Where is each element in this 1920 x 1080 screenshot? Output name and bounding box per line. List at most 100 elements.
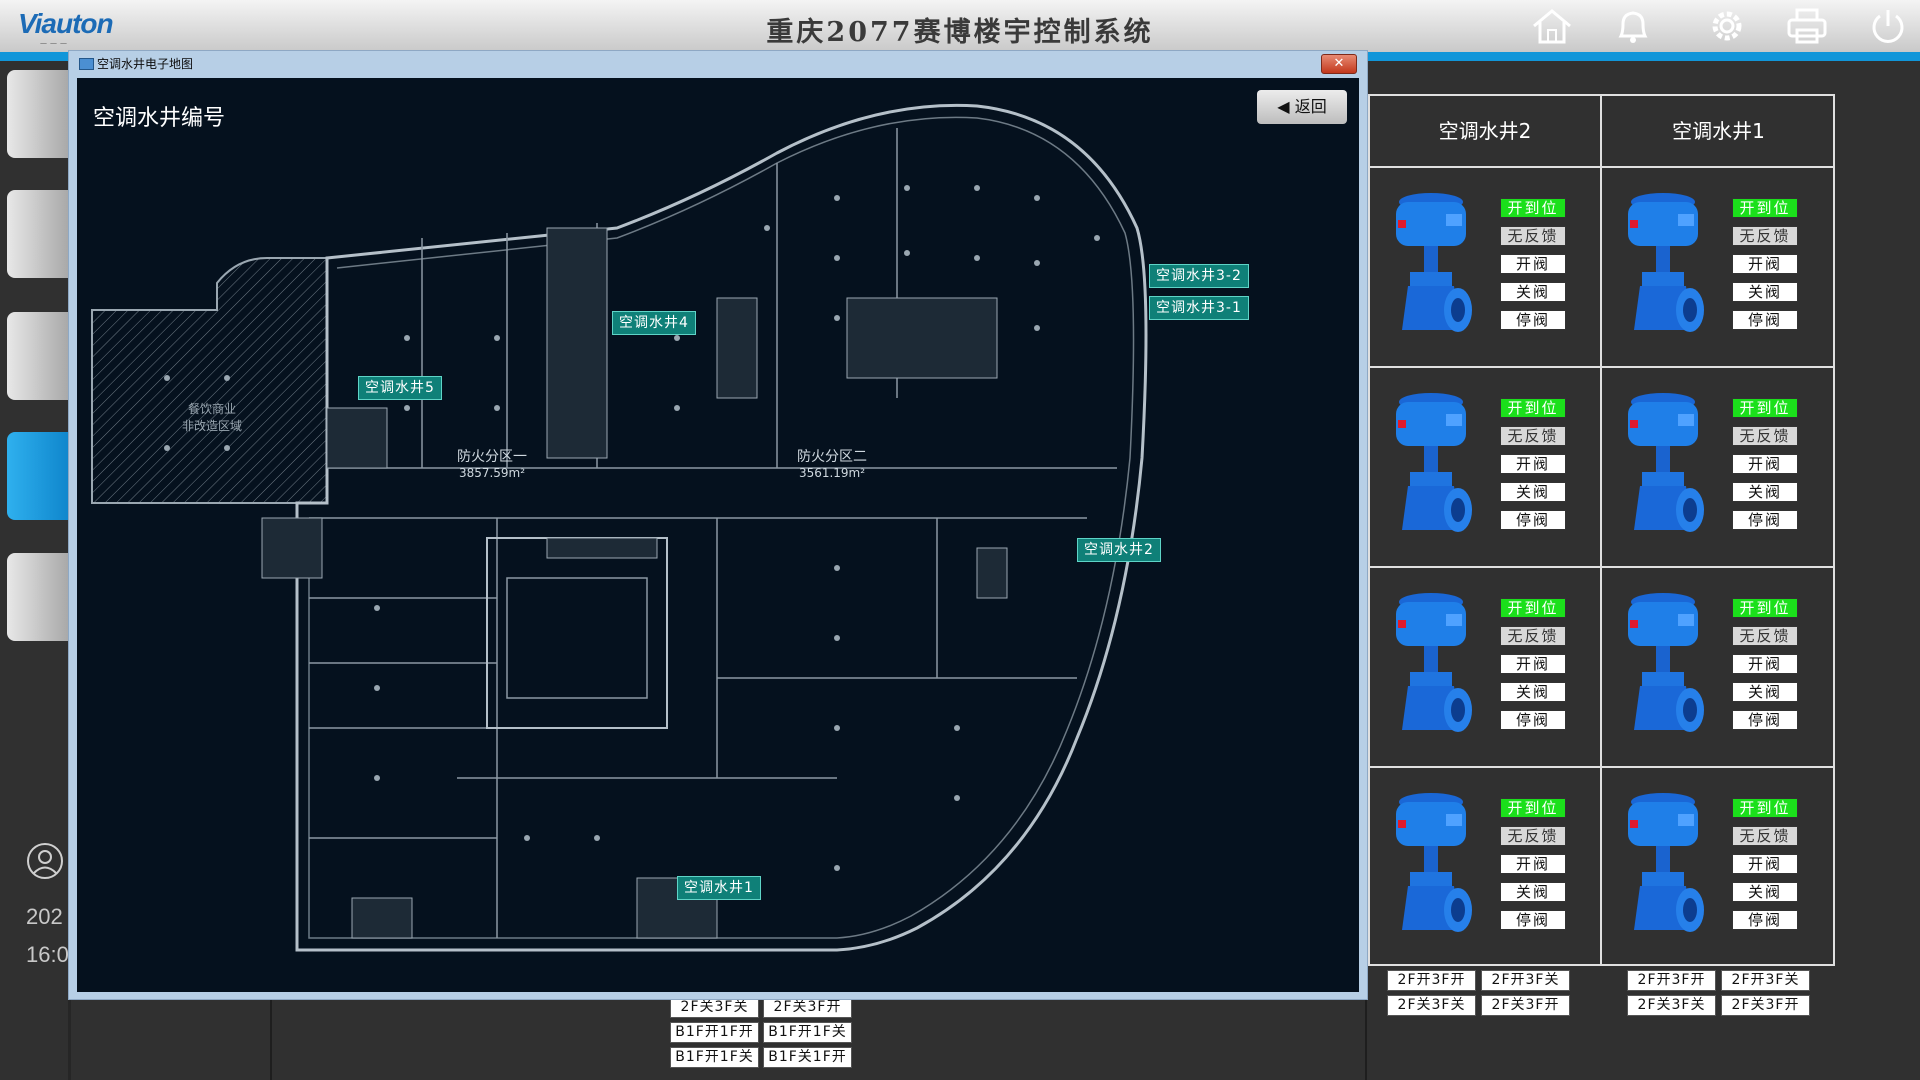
map-title: 空调水井编号 [93,106,226,131]
well-tag-5[interactable]: 空调水井5 [358,376,442,400]
floor-button[interactable]: 2F关3F关 [1627,995,1716,1016]
gear-icon[interactable] [1705,6,1749,46]
back-button[interactable]: ◀ 返回 [1257,90,1347,124]
floor-button[interactable]: B1F开1F关 [763,1022,852,1043]
nav-button-2[interactable] [7,190,69,278]
bottom-divider-right [1365,998,1367,1080]
open-valve-button[interactable]: 开阀 [1500,454,1566,474]
close-button[interactable]: ✕ [1321,54,1357,74]
status-feedback-indicator: 无反馈 [1500,626,1566,646]
back-button-label: 返回 [1294,97,1327,116]
open-valve-button[interactable]: 开阀 [1500,854,1566,874]
stop-valve-button[interactable]: 停阀 [1500,310,1566,330]
floor-button[interactable]: 2F关3F开 [1721,995,1810,1016]
well-tag-4[interactable]: 空调水井4 [612,311,696,335]
status-feedback-indicator: 无反馈 [1732,626,1798,646]
valve-icon [1628,593,1704,732]
close-valve-button[interactable]: 关阀 [1500,482,1566,502]
floor-button[interactable]: 2F关3F关 [1387,995,1476,1016]
floor-button[interactable]: B1F开1F开 [670,1022,759,1043]
well-tag-3-2[interactable]: 空调水井3-2 [1149,264,1249,288]
status-open-indicator: 开到位 [1732,598,1798,618]
status-open-indicator: 开到位 [1500,598,1566,618]
floor-button[interactable]: B1F关1F开 [763,1047,852,1068]
bell-icon[interactable] [1611,6,1655,46]
open-valve-button[interactable]: 开阀 [1732,654,1798,674]
home-icon[interactable] [1530,6,1574,46]
status-feedback-indicator: 无反馈 [1500,426,1566,446]
nav-button-5[interactable] [7,553,69,641]
stop-valve-button[interactable]: 停阀 [1732,910,1798,930]
status-open-indicator: 开到位 [1732,398,1798,418]
close-valve-button[interactable]: 关阀 [1500,882,1566,902]
valve-icon [1628,193,1704,332]
floor-button[interactable]: 2F开3F开 [1387,970,1476,991]
date-text: 202 [26,904,63,929]
open-valve-button[interactable]: 开阀 [1500,254,1566,274]
status-feedback-indicator: 无反馈 [1500,226,1566,246]
floor-plan-map: 空调水井编号 ◀ 返回 防火分区一 3857.59m² 防火分区二 3561.1… [77,78,1359,992]
nav-button-1[interactable] [7,70,69,158]
close-valve-button[interactable]: 关阀 [1732,882,1798,902]
nav-button-3[interactable] [7,312,69,400]
zone-2-name: 防火分区二 [797,449,867,465]
stop-valve-button[interactable]: 停阀 [1500,710,1566,730]
valve-cell: 开到位无反馈开阀关阀停阀 [1370,566,1605,764]
well-tag-3-1[interactable]: 空调水井3-1 [1149,296,1249,320]
zone-1-area: 3857.59m² [458,466,526,480]
user-icon[interactable] [26,842,64,880]
valve-cell: 开到位无反馈开阀关阀停阀 [1602,166,1837,364]
back-arrow-icon: ◀ [1277,97,1295,116]
floor-button[interactable]: 2F关3F开 [763,997,852,1018]
floor-button[interactable]: B1F开1F关 [670,1047,759,1068]
floor-plan-drawing [91,103,1148,952]
stop-valve-button[interactable]: 停阀 [1732,710,1798,730]
floor-button[interactable]: 2F关3F开 [1481,995,1570,1016]
nav-button-4-active[interactable] [7,432,69,520]
valve-cell: 开到位无反馈开阀关阀停阀 [1602,566,1837,764]
non-renovated-zone-note: 餐饮商业 非改造区域 [152,400,272,434]
bottom-divider-left [270,998,272,1080]
status-open-indicator: 开到位 [1500,798,1566,818]
status-feedback-indicator: 无反馈 [1732,226,1798,246]
app-header: Viauton ——— 重庆2077赛博楼宇控制系统 [0,0,1920,52]
stop-valve-button[interactable]: 停阀 [1500,510,1566,530]
valve-cell: 开到位无反馈开阀关阀停阀 [1370,766,1605,964]
close-valve-button[interactable]: 关阀 [1732,482,1798,502]
floor-button[interactable]: 2F关3F关 [670,997,759,1018]
close-valve-button[interactable]: 关阀 [1500,682,1566,702]
valve-icon [1396,193,1472,332]
map-dialog: 空调水井电子地图 ✕ 空调水井编号 ◀ 返回 防火分区一 3857.59m² 防… [68,50,1368,1000]
floor-button[interactable]: 2F开3F关 [1721,970,1810,991]
column-header-well2: 空调水井2 [1438,119,1532,143]
stop-valve-button[interactable]: 停阀 [1732,510,1798,530]
open-valve-button[interactable]: 开阀 [1500,654,1566,674]
status-open-indicator: 开到位 [1732,198,1798,218]
open-valve-button[interactable]: 开阀 [1732,454,1798,474]
valve-icon [1628,393,1704,532]
stop-valve-button[interactable]: 停阀 [1500,910,1566,930]
status-feedback-indicator: 无反馈 [1732,426,1798,446]
stop-valve-button[interactable]: 停阀 [1732,310,1798,330]
status-feedback-indicator: 无反馈 [1732,826,1798,846]
zone-note-1: 餐饮商业 [187,402,236,416]
well-tag-2[interactable]: 空调水井2 [1077,538,1161,562]
open-valve-button[interactable]: 开阀 [1732,254,1798,274]
well-tag-1[interactable]: 空调水井1 [677,876,761,900]
printer-icon[interactable] [1785,6,1829,46]
close-valve-button[interactable]: 关阀 [1732,682,1798,702]
time-text: 16:0 [26,942,69,967]
open-valve-button[interactable]: 开阀 [1732,854,1798,874]
close-valve-button[interactable]: 关阀 [1500,282,1566,302]
status-open-indicator: 开到位 [1500,198,1566,218]
valve-cell: 开到位无反馈开阀关阀停阀 [1602,766,1837,964]
power-icon[interactable] [1866,6,1910,46]
status-open-indicator: 开到位 [1732,798,1798,818]
floor-button[interactable]: 2F开3F开 [1627,970,1716,991]
status-feedback-indicator: 无反馈 [1500,826,1566,846]
valve-icon [1628,793,1704,932]
status-open-indicator: 开到位 [1500,398,1566,418]
floor-button[interactable]: 2F开3F关 [1481,970,1570,991]
column-header-well1: 空调水井1 [1672,119,1765,143]
close-valve-button[interactable]: 关阀 [1732,282,1798,302]
